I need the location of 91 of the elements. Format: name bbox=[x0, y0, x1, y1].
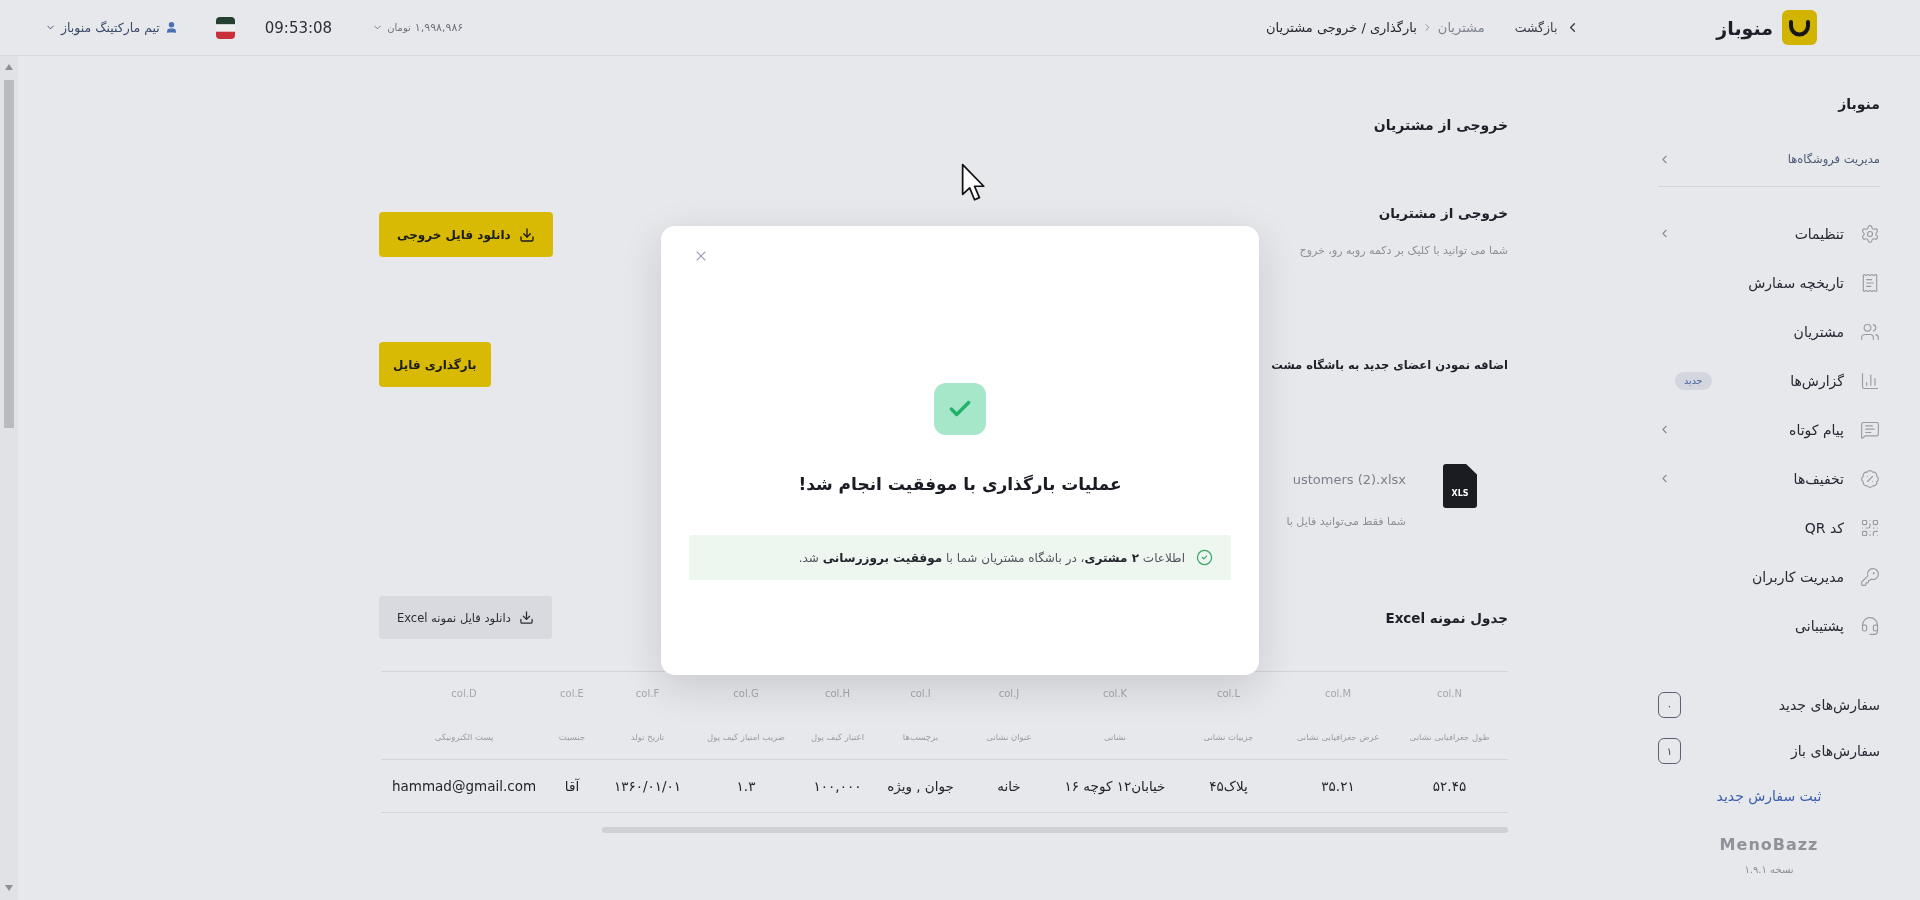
table-cell: ۱۰۰,۰۰۰ bbox=[794, 759, 881, 813]
user-icon bbox=[164, 21, 178, 34]
mouse-cursor-icon bbox=[961, 163, 987, 203]
sidebar-item[interactable]: پیام کوتاه bbox=[1658, 405, 1880, 454]
message-icon bbox=[1860, 419, 1880, 440]
sidebar-title: منوباز bbox=[1836, 95, 1880, 114]
column-letter: col.G bbox=[732, 687, 760, 702]
column-letter: col.N bbox=[1391, 671, 1508, 716]
headset-icon bbox=[1860, 615, 1880, 636]
qr-code-icon bbox=[1860, 517, 1880, 538]
table-cell: جوان , ویژه bbox=[881, 759, 960, 813]
column-letter: col.J bbox=[997, 687, 1021, 702]
order-count-badge: ۱ bbox=[1658, 738, 1681, 764]
alert-message: اطلاعات ۲ مشتری، در باشگاه مشتریان شما با موفقیت بروزرسانی شد. bbox=[798, 550, 1185, 565]
sidebar-item[interactable]: تخفیف‌ها bbox=[1658, 454, 1880, 503]
download-icon bbox=[518, 610, 534, 625]
sidebar-item[interactable]: تاریخچه سفارش bbox=[1658, 258, 1880, 307]
order-count-label: سفارش‌های باز bbox=[1791, 743, 1880, 759]
sidebar-item[interactable]: پشتیبانی bbox=[1658, 601, 1880, 650]
breadcrumb-link[interactable]: بارگذاری / خروجی مشتریان bbox=[1266, 20, 1417, 35]
scroll-up-icon[interactable] bbox=[5, 64, 13, 70]
file-name: ustomers (2).xlsx bbox=[1291, 471, 1406, 489]
column-header: ضریب امتیاز کیف پول bbox=[698, 715, 794, 760]
check-circle-icon bbox=[1196, 549, 1213, 566]
file-type-label: XLS bbox=[1451, 489, 1469, 498]
flag-icon bbox=[215, 16, 235, 39]
table-cell: hammad@gmail.com bbox=[381, 759, 547, 813]
key-icon bbox=[1860, 566, 1880, 587]
column-header: برچسب‌ها bbox=[881, 715, 960, 760]
column-letter: col.D bbox=[381, 671, 547, 716]
column-header: نشانی bbox=[1058, 715, 1172, 760]
sidebar-item[interactable]: کد QR bbox=[1658, 503, 1880, 552]
column-letter: col.E bbox=[547, 671, 597, 716]
brand-wordmark: MenoBazz bbox=[1719, 834, 1819, 856]
column-header: عنوان نشانی bbox=[960, 715, 1058, 760]
section-title: جدول نمونه Excel bbox=[1385, 608, 1508, 628]
sidebar-item[interactable]: تنظیمات bbox=[1658, 209, 1880, 258]
balance-menu[interactable]: ۱,۹۹۸,۹۸۶ تومان bbox=[372, 21, 464, 34]
column-header: جنسیت bbox=[547, 715, 597, 760]
logo-icon bbox=[1782, 10, 1817, 45]
dialog-title: عملیات بارگذاری با موفقیت انجام شد! bbox=[798, 473, 1122, 496]
page-title: خروجی از مشتریان bbox=[1372, 116, 1508, 135]
section-description: شما می توانید با کلیک بر دکمه روبه رو، خروج bbox=[1299, 243, 1508, 259]
back-button[interactable]: بازگشت bbox=[1506, 10, 1589, 45]
order-count-badge: ۰ bbox=[1658, 692, 1681, 718]
download-sample-button[interactable]: دانلود فایل نمونه Excel bbox=[379, 596, 552, 639]
scrollbar-thumb[interactable] bbox=[602, 827, 1508, 833]
table-cell: پلاک۴۵ bbox=[1172, 759, 1285, 813]
table-cell: آقا bbox=[547, 759, 597, 813]
scroll-down-icon[interactable] bbox=[5, 885, 13, 891]
sidebar-item[interactable]: مدیریت کاربران bbox=[1658, 552, 1880, 601]
sidebar-item[interactable]: گزارش‌ها جدید bbox=[1658, 356, 1880, 405]
percent-badge-icon bbox=[1860, 468, 1880, 489]
upload-file-button[interactable]: بارگذاری فایل bbox=[379, 342, 491, 387]
column-letter: col.L bbox=[1172, 671, 1285, 716]
column-header: اعتبار کیف پول bbox=[794, 715, 881, 760]
new-order-link[interactable]: ثبت سفارش جدید bbox=[1716, 788, 1822, 804]
store-management-link[interactable]: مدیریت فروشگاه‌ها bbox=[1658, 144, 1880, 174]
table-cell: خانه bbox=[960, 759, 1058, 813]
order-count-label: سفارش‌های جدید bbox=[1778, 697, 1880, 713]
scrollbar-thumb[interactable] bbox=[4, 80, 14, 428]
table-cell: خیابان۱۲ کوچه ۱۶ bbox=[1058, 759, 1172, 813]
column-header: عرض جغرافیایی نشانی bbox=[1285, 715, 1391, 760]
column-header: تاریخ تولد bbox=[597, 715, 698, 760]
new-badge: جدید bbox=[1675, 371, 1712, 390]
download-icon bbox=[518, 226, 535, 243]
column-header: جزییات نشانی bbox=[1172, 715, 1285, 760]
column-letter: col.K bbox=[1101, 687, 1129, 702]
bar-chart-icon bbox=[1860, 370, 1880, 391]
table-cell: ۳۵.۲۱ bbox=[1285, 759, 1391, 813]
sidebar-item[interactable]: مشتریان bbox=[1658, 307, 1880, 356]
column-letter: col.I bbox=[909, 687, 932, 702]
column-letter: col.F bbox=[597, 671, 698, 716]
column-header: طول جغرافیایی نشانی bbox=[1391, 715, 1508, 760]
file-hint: شما فقط می‌توانید فایل با bbox=[1286, 514, 1406, 530]
users-icon bbox=[1860, 321, 1880, 342]
column-header: پست الکترونیکی bbox=[381, 715, 547, 760]
section-title: خروجی از مشتریان bbox=[1377, 204, 1508, 223]
table-cell: ۵۲.۴۵ bbox=[1391, 759, 1508, 813]
clock-time: 09:53:08 bbox=[264, 18, 333, 37]
logo-text: منوباز bbox=[1716, 16, 1773, 39]
table-cell: ۱۳۶۰/۰۱/۰۱ bbox=[597, 759, 698, 813]
download-export-button[interactable]: دانلود فایل خروجی bbox=[379, 212, 553, 257]
account-menu[interactable]: تیم مارکتینگ منوباز bbox=[45, 20, 178, 35]
table-cell: ۱.۳ bbox=[698, 759, 794, 813]
column-letter: col.H bbox=[823, 687, 852, 702]
settings-icon bbox=[1860, 223, 1880, 244]
section-title: اضافه نمودن اعضای جدید به باشگاه مشت bbox=[1271, 356, 1508, 375]
version-text: نسخه ۱.۹.۱ bbox=[1744, 863, 1794, 877]
column-letter: col.M bbox=[1285, 671, 1391, 716]
receipt-icon bbox=[1860, 272, 1880, 293]
